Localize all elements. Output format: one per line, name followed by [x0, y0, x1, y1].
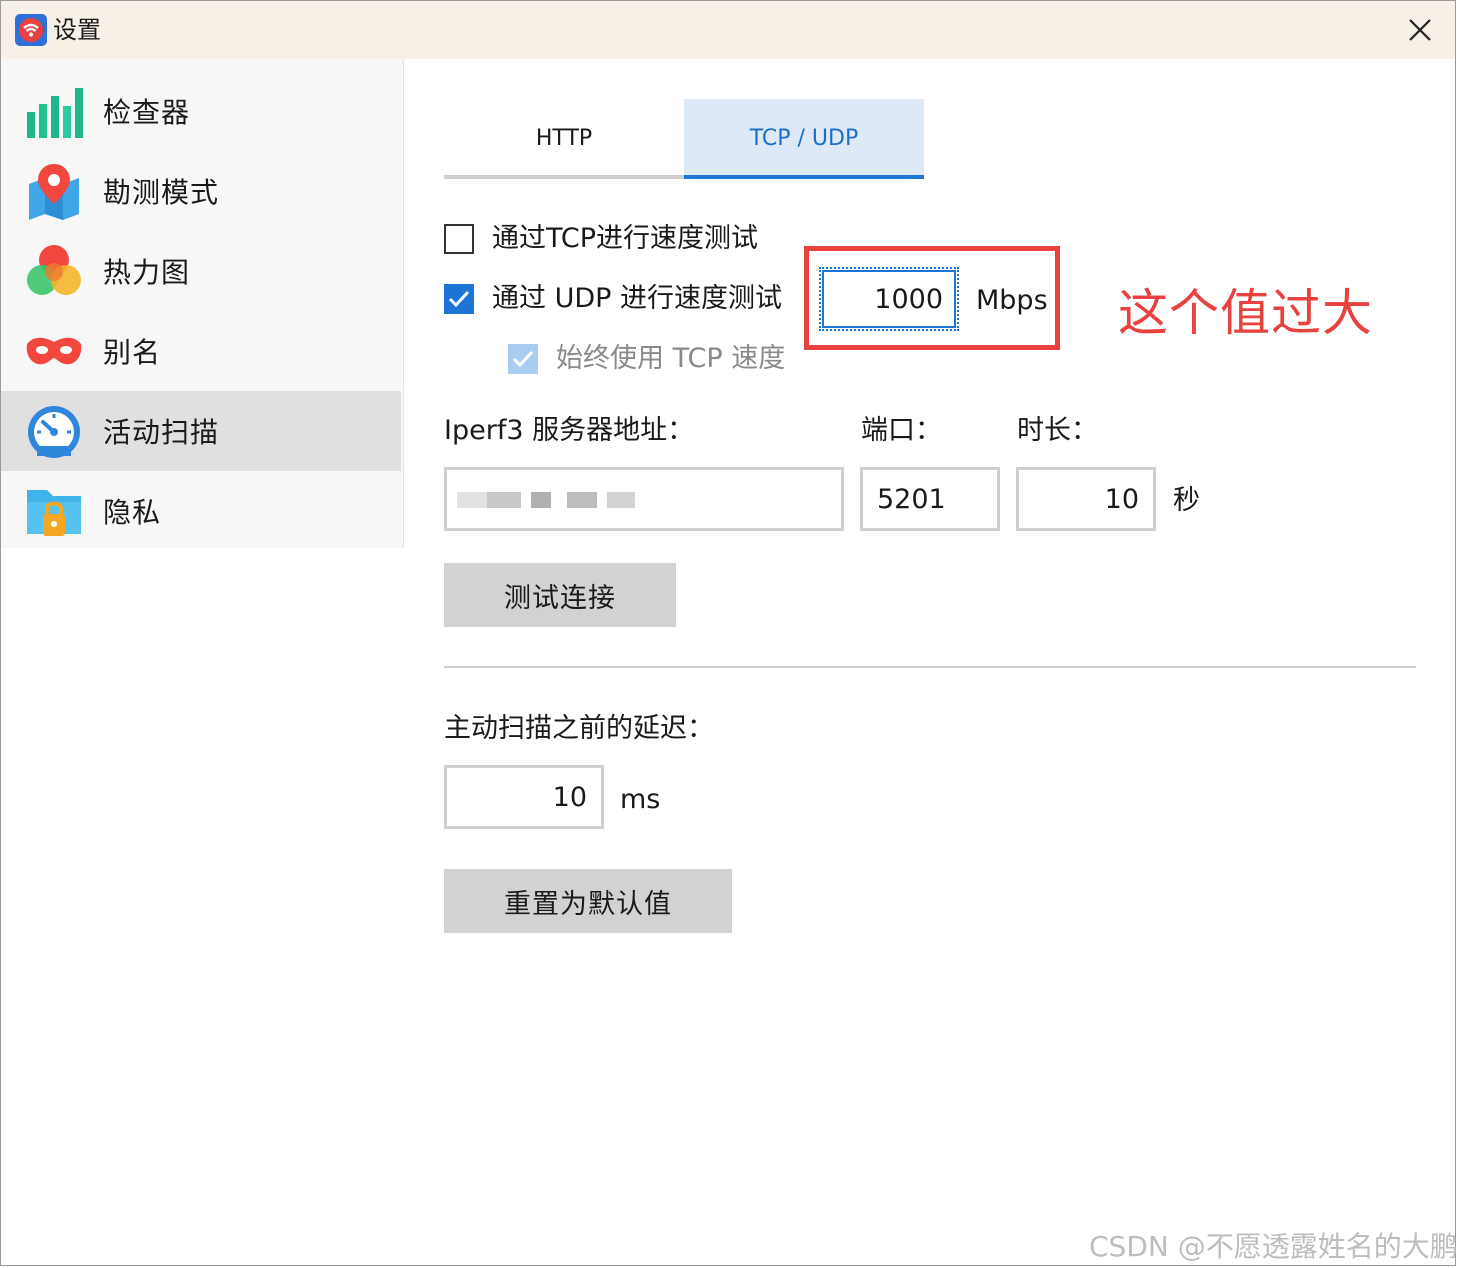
- test-connection-button[interactable]: 测试连接: [444, 563, 676, 627]
- sidebar: 检查器 勘测模式 热力图 别名 活动扫描 隐私: [1, 59, 404, 548]
- title-bar: 设置: [1, 1, 1455, 59]
- sidebar-item-label: 热力图: [103, 256, 191, 289]
- close-icon[interactable]: [1399, 11, 1439, 49]
- section-divider: [444, 666, 1416, 668]
- sidebar-item-alias[interactable]: 别名: [1, 311, 401, 391]
- bar-chart-icon: [27, 88, 83, 138]
- always-tcp-speed-label: 始终使用 TCP 速度: [556, 343, 786, 374]
- duration-label: 时长：: [1017, 415, 1098, 446]
- port-value: 5201: [877, 483, 946, 515]
- redacted-address: [487, 492, 521, 508]
- sidebar-item-privacy[interactable]: 隐私: [1, 471, 401, 551]
- map-pin-icon: [29, 164, 79, 220]
- sidebar-item-label: 活动扫描: [103, 416, 220, 449]
- annotation-text: 这个值过大: [1118, 284, 1373, 342]
- scan-delay-unit: ms: [620, 784, 661, 815]
- heatmap-blob-icon: [27, 245, 81, 295]
- reset-defaults-button[interactable]: 重置为默认值: [444, 869, 732, 933]
- sidebar-item-heatmap[interactable]: 热力图: [1, 231, 401, 311]
- tcp-speed-test-label: 通过TCP进行速度测试: [492, 223, 759, 254]
- redacted-address: [567, 492, 597, 508]
- checkmark-icon: [512, 350, 534, 368]
- udp-speed-test-label: 通过 UDP 进行速度测试: [492, 283, 782, 314]
- duration-input[interactable]: 10: [1016, 467, 1156, 531]
- sidebar-item-survey-mode[interactable]: 勘测模式: [1, 151, 401, 231]
- scan-delay-label: 主动扫描之前的延迟：: [444, 713, 714, 744]
- sidebar-item-label: 别名: [103, 336, 162, 369]
- annotation-highlight-box: [804, 246, 1060, 350]
- redacted-address: [607, 492, 635, 508]
- duration-unit: 秒: [1173, 485, 1200, 516]
- wifi-app-icon: [15, 14, 47, 46]
- window-title: 设置: [53, 16, 101, 44]
- duration-value: 10: [1104, 483, 1139, 515]
- port-label: 端口：: [861, 415, 942, 446]
- port-input[interactable]: 5201: [860, 467, 1000, 531]
- sidebar-item-inspector[interactable]: 检查器: [1, 71, 401, 151]
- scan-delay-input[interactable]: 10: [444, 765, 604, 829]
- sidebar-item-label: 检查器: [103, 96, 191, 129]
- scan-delay-value: 10: [552, 781, 587, 813]
- server-address-label: Iperf3 服务器地址：: [444, 415, 695, 446]
- server-address-input[interactable]: [444, 467, 844, 531]
- locked-folder-icon: [27, 490, 81, 536]
- settings-window: 设置 检查器 勘测模式 热力图 别名 活动扫描 隐私 HTTP TCP / UD…: [0, 0, 1458, 1266]
- tab-http[interactable]: HTTP: [444, 99, 684, 177]
- tcp-speed-test-checkbox[interactable]: [444, 224, 474, 254]
- redacted-address: [531, 492, 551, 508]
- tab-tcp-udp[interactable]: TCP / UDP: [684, 99, 924, 177]
- always-tcp-speed-checkbox[interactable]: [508, 344, 538, 374]
- mask-icon: [26, 337, 82, 365]
- tab-active-indicator: [684, 175, 924, 179]
- speedometer-icon: [28, 406, 80, 458]
- sidebar-item-label: 勘测模式: [103, 176, 220, 209]
- udp-speed-test-checkbox[interactable]: [444, 284, 474, 314]
- redacted-address: [457, 492, 487, 508]
- sidebar-item-active-scan[interactable]: 活动扫描: [1, 391, 401, 471]
- checkmark-icon: [448, 290, 470, 308]
- watermark-text: CSDN @不愿透露姓名的大鹏: [1089, 1230, 1458, 1263]
- sidebar-item-label: 隐私: [103, 496, 162, 529]
